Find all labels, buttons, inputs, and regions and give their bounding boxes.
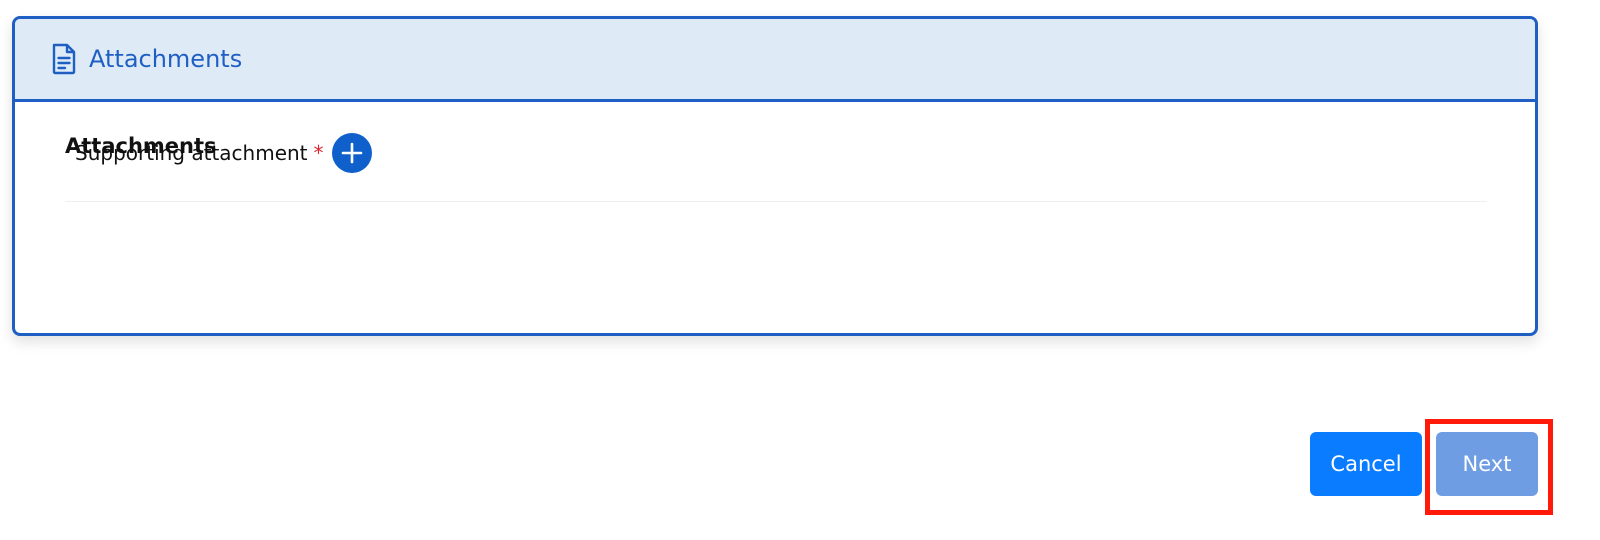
card-header: Attachments <box>15 19 1535 102</box>
supporting-attachment-label: Supporting attachment <box>75 141 308 165</box>
page: Attachments Attachments Supporting attac… <box>0 0 1600 540</box>
document-icon <box>51 43 77 75</box>
plus-icon <box>340 141 364 165</box>
required-indicator: * <box>313 141 324 165</box>
attachments-card: Attachments Attachments Supporting attac… <box>12 16 1538 336</box>
supporting-attachment-field: Supporting attachment * <box>75 133 372 173</box>
add-attachment-button[interactable] <box>331 133 372 173</box>
next-button[interactable]: Next <box>1436 432 1538 496</box>
cancel-button[interactable]: Cancel <box>1310 432 1422 496</box>
card-header-title: Attachments <box>89 45 243 73</box>
field-divider <box>65 201 1487 202</box>
